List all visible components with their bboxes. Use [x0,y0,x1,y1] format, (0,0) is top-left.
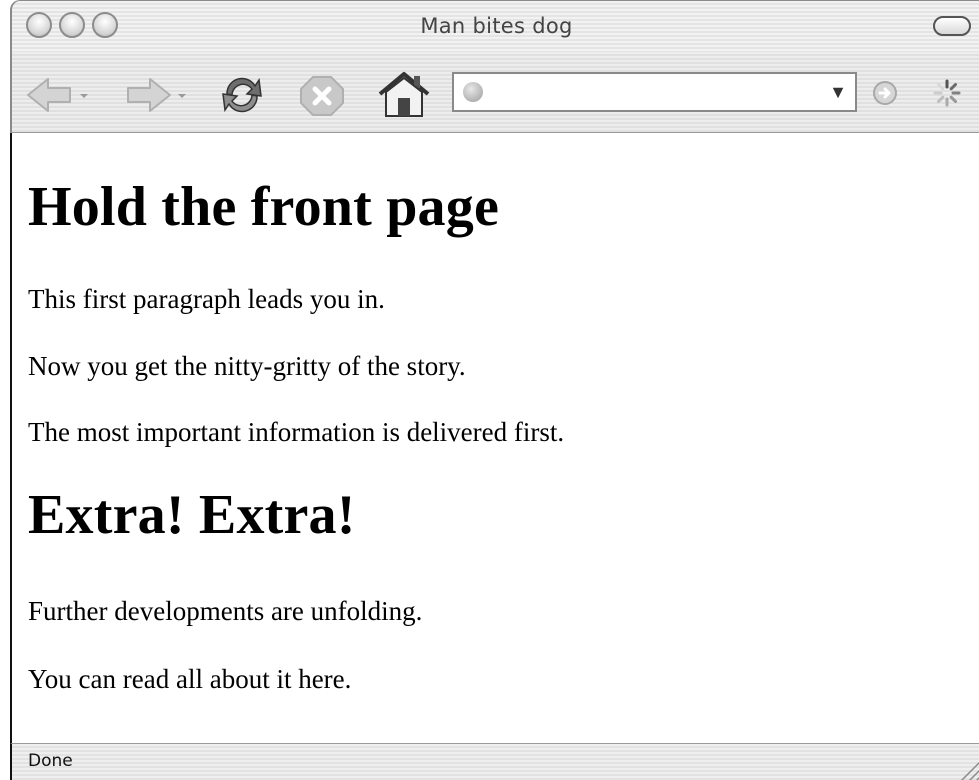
resize-grip-icon[interactable] [955,755,979,780]
stop-icon [300,76,344,116]
section-heading: Extra! Extra! [28,484,356,546]
home-icon [378,72,430,117]
home-button[interactable] [376,70,432,118]
page-content: Hold the front page This first paragraph… [10,133,979,743]
url-bar[interactable]: ▼ [452,72,857,112]
navigation-toolbar: ▼ [10,52,979,133]
spinner-icon [932,78,962,108]
browser-window: Man bites dog ▼ Hold the front page This… [0,0,979,780]
chevron-down-icon[interactable]: ▼ [829,82,847,102]
stop-button[interactable] [296,74,348,116]
go-button[interactable] [872,80,898,106]
title-bar[interactable]: Man bites dog [10,0,979,53]
paragraph: This first paragraph leads you in. [28,284,385,314]
paragraph: Now you get the nitty-gritty of the stor… [28,351,466,381]
globe-icon [463,82,483,102]
back-arrow-icon [27,78,88,112]
status-bar: Done [10,743,979,780]
url-input[interactable] [490,80,814,106]
paragraph: Further developments are unfolding. [28,596,423,626]
page-heading: Hold the front page [28,176,499,238]
forward-arrow-icon [127,78,186,112]
window-title: Man bites dog [420,14,573,38]
reload-button[interactable] [217,74,267,116]
forward-button[interactable] [120,74,190,116]
reload-icon [222,77,262,113]
paragraph: You can read all about it here. [28,664,352,694]
status-text: Done [28,751,73,771]
toolbar-toggle-button[interactable] [933,16,971,36]
back-button[interactable] [24,74,94,116]
go-icon [873,81,897,105]
paragraph: The most important information is delive… [28,417,565,447]
